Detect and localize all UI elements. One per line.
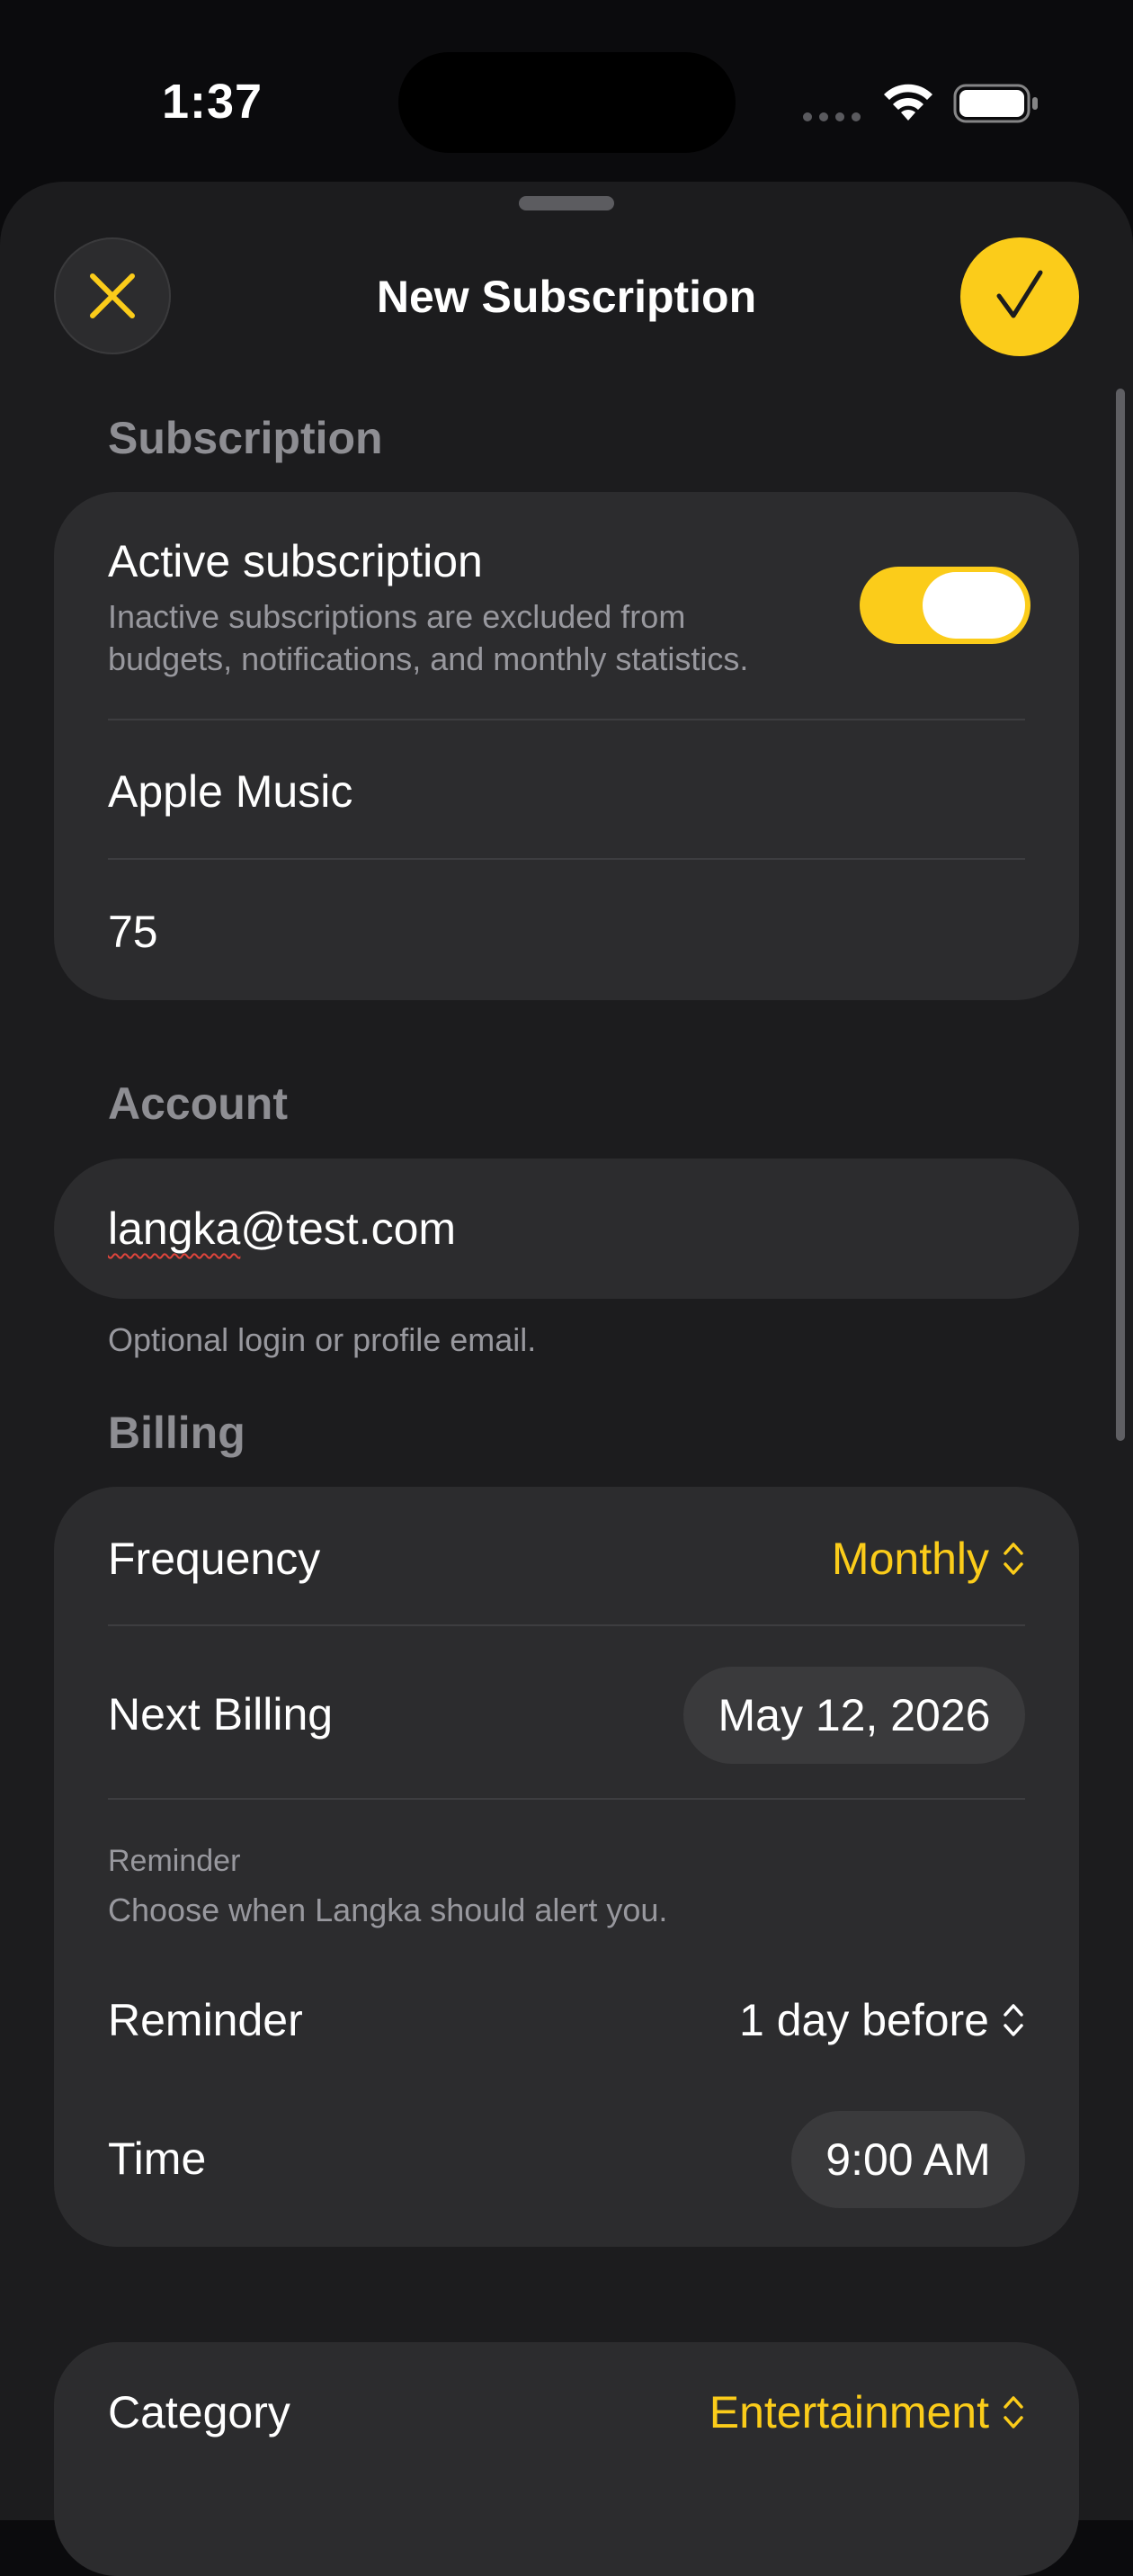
wifi-icon bbox=[881, 81, 935, 127]
active-subscription-title: Active subscription bbox=[108, 536, 483, 586]
category-value: Entertainment bbox=[709, 2387, 989, 2437]
account-helper-text: Optional login or profile email. bbox=[108, 1321, 537, 1358]
divider bbox=[108, 1798, 1025, 1800]
frequency-picker[interactable]: Monthly bbox=[832, 1532, 1025, 1586]
active-subscription-description-1: Inactive subscriptions are excluded from bbox=[108, 598, 686, 635]
divider bbox=[108, 1624, 1025, 1626]
reminder-picker[interactable]: 1 day before bbox=[739, 1993, 1025, 2047]
checkmark-icon bbox=[996, 270, 1043, 318]
chevron-up-down-icon bbox=[1004, 2396, 1023, 2428]
email-local-part: langka bbox=[108, 1203, 241, 1254]
reminder-caption: Reminder bbox=[108, 1844, 241, 1878]
account-email-value: langka@test.com bbox=[108, 1202, 456, 1256]
chevron-up-down-icon bbox=[1004, 2004, 1023, 2036]
email-domain-part: @test.com bbox=[240, 1203, 457, 1254]
active-subscription-description-2: budgets, notifications, and monthly stat… bbox=[108, 640, 749, 677]
toggle-knob bbox=[923, 572, 1025, 639]
chevron-up-down-icon bbox=[1004, 1543, 1023, 1575]
active-subscription-toggle[interactable] bbox=[860, 567, 1030, 644]
reminder-value: 1 day before bbox=[739, 1995, 989, 2045]
reminder-helper-text: Choose when Langka should alert you. bbox=[108, 1892, 668, 1928]
category-label: Category bbox=[108, 2387, 290, 2437]
category-picker[interactable]: Entertainment bbox=[709, 2385, 1025, 2439]
frequency-value: Monthly bbox=[831, 1534, 989, 1584]
section-label-billing: Billing bbox=[108, 1408, 245, 1458]
next-billing-date-picker[interactable]: May 12, 2026 bbox=[683, 1667, 1025, 1764]
frequency-label: Frequency bbox=[108, 1534, 321, 1584]
subscription-name-field[interactable]: Apple Music bbox=[108, 765, 352, 818]
section-label-subscription: Subscription bbox=[108, 413, 383, 463]
dynamic-island bbox=[398, 52, 736, 153]
scroll-indicator[interactable] bbox=[1116, 389, 1125, 1441]
next-billing-label: Next Billing bbox=[108, 1689, 334, 1740]
section-label-account: Account bbox=[108, 1078, 288, 1129]
reminder-label: Reminder bbox=[108, 1995, 303, 2045]
sheet-grabber[interactable] bbox=[519, 196, 614, 210]
status-time: 1:37 bbox=[162, 75, 263, 129]
cellular-signal-icon bbox=[803, 110, 868, 126]
category-card bbox=[54, 2342, 1079, 2576]
save-button[interactable] bbox=[960, 237, 1079, 356]
divider bbox=[108, 858, 1025, 860]
divider bbox=[108, 719, 1025, 720]
battery-icon bbox=[953, 83, 1039, 129]
subscription-price-field[interactable]: 75 bbox=[108, 905, 158, 959]
reminder-time-picker[interactable]: 9:00 AM bbox=[791, 2111, 1025, 2208]
time-label: Time bbox=[108, 2133, 207, 2184]
